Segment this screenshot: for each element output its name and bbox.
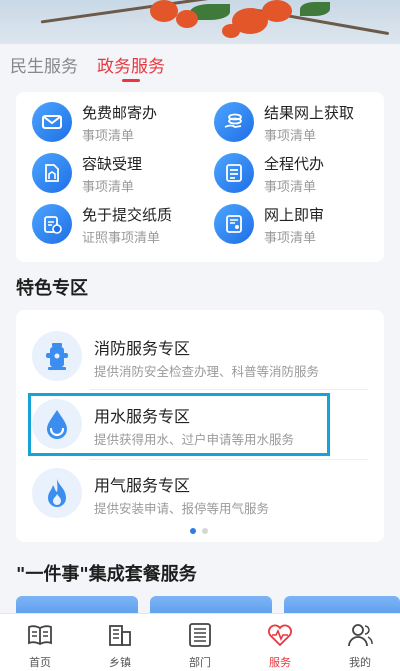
tab-label: 乡镇 (109, 656, 131, 669)
service-grid-card: 免费邮寄办 事项清单 结果网上获取 事项清单 容缺受理 事项清单 全程代办 事项… (16, 92, 384, 262)
clipboard-clock-icon (32, 204, 72, 244)
tab-label: 部门 (189, 656, 211, 669)
featured-item-fire[interactable]: 消防服务专区 提供消防安全检查办理、科普等消防服务 (18, 323, 368, 389)
banner-flower (150, 0, 178, 22)
featured-item-title: 用气服务专区 (94, 476, 191, 495)
featured-item-gas[interactable]: 用气服务专区 提供安装申请、报停等用气服务 (18, 460, 368, 526)
tab-label: 我的 (349, 656, 371, 669)
selection-highlight (28, 393, 330, 456)
service-subtitle: 事项清单 (82, 180, 135, 195)
featured-item-subtitle: 提供消防安全检查办理、科普等消防服务 (94, 364, 320, 379)
bottom-tab-bar: 首页 乡镇 部门 服务 我的 (0, 613, 400, 671)
carousel-dot-active[interactable] (190, 528, 196, 534)
service-item-paperless[interactable]: 免于提交纸质 证照事项清单 (32, 204, 202, 248)
featured-item-title: 消防服务专区 (94, 339, 191, 358)
tab-departments[interactable]: 部门 (160, 614, 240, 671)
carousel-dot[interactable] (202, 528, 208, 534)
service-item-instant-review[interactable]: 网上即审 事项清单 (214, 204, 384, 248)
banner-flower (222, 24, 240, 38)
list-panel-icon (189, 623, 211, 647)
service-subtitle: 事项清单 (264, 180, 317, 195)
service-subtitle: 事项清单 (82, 129, 135, 144)
flame-icon (32, 468, 82, 518)
tab-towns[interactable]: 乡镇 (80, 614, 160, 671)
tab-livelihood-services[interactable]: 民生服务 (10, 52, 78, 77)
book-icon (28, 625, 52, 646)
service-item-free-mail[interactable]: 免费邮寄办 事项清单 (32, 102, 202, 146)
tab-mine[interactable]: 我的 (320, 614, 400, 671)
banner-image[interactable] (0, 0, 400, 44)
banner-leaf (300, 2, 330, 16)
service-title: 全程代办 (264, 155, 325, 173)
document-user-icon (214, 204, 254, 244)
service-subtitle: 事项清单 (264, 129, 317, 144)
featured-section-title: 特色专区 (16, 278, 88, 299)
user-icon (348, 624, 373, 647)
service-title: 容缺受理 (82, 155, 143, 173)
building-icon (109, 625, 131, 646)
document-building-icon (32, 153, 72, 193)
heart-pulse-icon (268, 624, 292, 647)
fire-hydrant-icon (32, 331, 82, 381)
service-subtitle: 事项清单 (264, 231, 317, 246)
service-title: 网上即审 (264, 206, 325, 224)
banner-flower (176, 10, 198, 28)
service-subtitle: 证照事项清单 (82, 231, 161, 246)
active-tab-indicator (122, 79, 140, 82)
tab-home[interactable]: 首页 (0, 614, 80, 671)
tab-label: 服务 (269, 656, 291, 669)
segment-tabs: 民生服务 政务服务 (0, 44, 400, 92)
featured-item-subtitle: 提供安装申请、报停等用气服务 (94, 501, 270, 516)
service-item-result-online[interactable]: 结果网上获取 事项清单 (214, 102, 384, 146)
service-title: 免于提交纸质 (82, 206, 173, 224)
package-section-title: "一件事"集成套餐服务 (16, 564, 197, 585)
service-item-full-agency[interactable]: 全程代办 事项清单 (214, 153, 384, 197)
service-title: 结果网上获取 (264, 104, 355, 122)
checklist-icon (214, 153, 254, 193)
tab-label: 首页 (29, 656, 51, 669)
hand-coins-icon (214, 102, 254, 142)
divider (90, 389, 368, 390)
banner-flower (262, 0, 292, 22)
service-title: 免费邮寄办 (82, 104, 158, 122)
tab-services[interactable]: 服务 (240, 614, 320, 671)
service-item-tolerant-acceptance[interactable]: 容缺受理 事项清单 (32, 153, 202, 197)
tab-government-services[interactable]: 政务服务 (97, 52, 165, 77)
envelope-icon (32, 102, 72, 142)
